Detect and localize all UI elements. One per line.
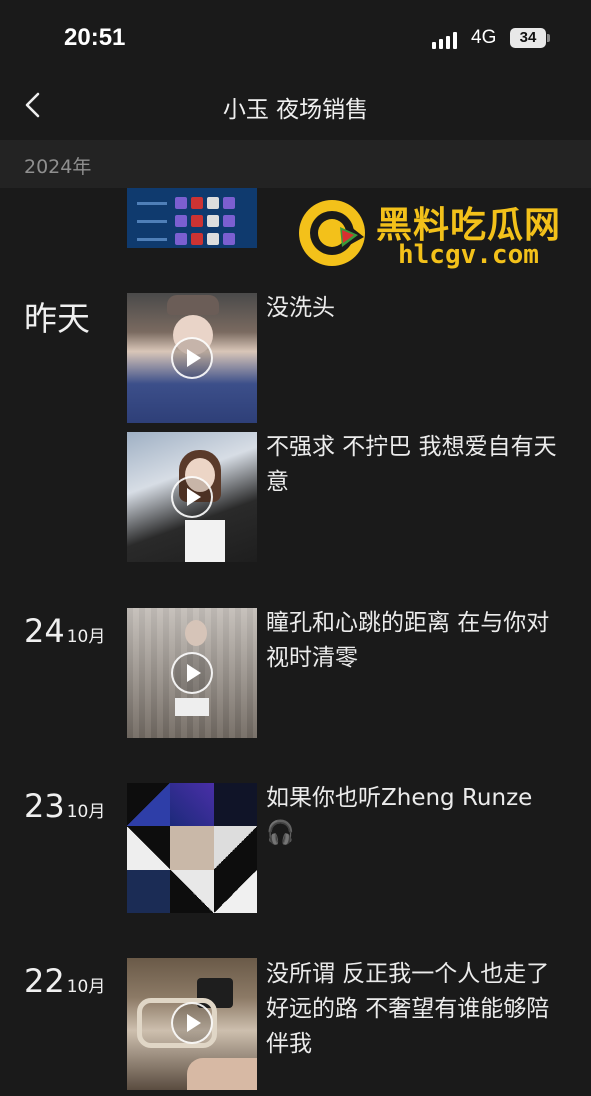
date-label: 23 10月 [24, 787, 105, 825]
battery-icon: 34 [510, 28, 546, 48]
date-month: 10月 [66, 802, 106, 822]
play-icon [171, 476, 213, 518]
watermark-logo-icon [299, 200, 365, 266]
date-day: 24 [24, 612, 65, 650]
play-icon [171, 1002, 213, 1044]
post-thumbnail-collage[interactable] [127, 783, 257, 913]
date-day: 22 [24, 962, 65, 1000]
post-caption: 不强求 不拧巴 我想爱自有天意 [266, 434, 557, 495]
date-month: 10月 [66, 627, 106, 647]
post-thumbnail-video[interactable] [127, 958, 257, 1090]
post-thumbnail-video[interactable] [127, 293, 257, 423]
page-title: 小玉 夜场销售 [222, 97, 369, 123]
status-time: 20:51 [64, 24, 126, 51]
post-thumbnail-game[interactable] [127, 188, 257, 248]
date-day: 23 [24, 787, 65, 825]
post-caption: 没所谓 反正我一个人也走了好远的路 不奢望有谁能够陪伴我 [266, 961, 550, 1057]
date-label: 24 10月 [24, 612, 105, 650]
date-label-yesterday: 昨天 [24, 299, 90, 338]
date-label: 22 10月 [24, 962, 105, 1000]
post-caption: 没洗头 [266, 295, 335, 321]
date-month: 10月 [66, 977, 106, 997]
watermark-url: hlcgv.com [398, 240, 539, 270]
post-thumbnail-video[interactable] [127, 432, 257, 562]
play-icon [171, 652, 213, 694]
signal-icon [432, 31, 462, 49]
network-type: 4G [471, 27, 497, 48]
post-caption: 如果你也听Zheng Runze 🎧 [266, 785, 533, 846]
battery-tip [547, 34, 550, 42]
year-section-header: 2024年 [0, 140, 591, 188]
post-thumbnail-video[interactable] [127, 608, 257, 738]
post-caption: 瞳孔和心跳的距离 在与你对视时清零 [266, 610, 550, 671]
year-label: 2024年 [24, 156, 92, 178]
play-icon [171, 337, 213, 379]
